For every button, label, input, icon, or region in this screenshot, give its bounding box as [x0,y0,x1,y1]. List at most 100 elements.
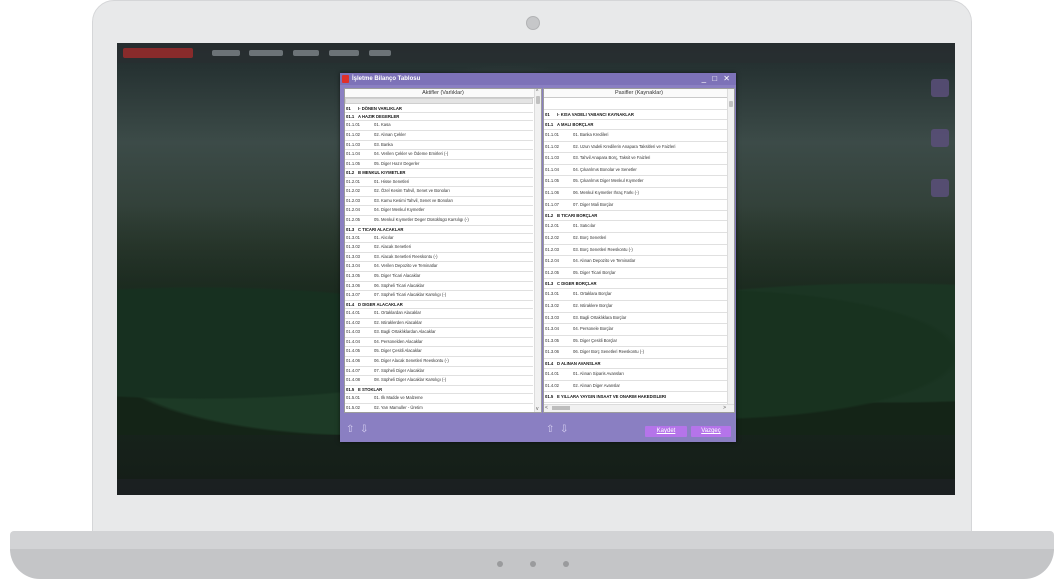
side-launcher-icon[interactable] [931,79,949,97]
table-row[interactable]: 01.1.05 05. Diger Hazır Degerler [345,160,533,170]
table-row[interactable]: 01.2.01 01. Hisse Senetleri [345,178,533,188]
arrow-up-icon[interactable]: ⇧ [346,425,354,435]
table-row[interactable]: 01.4.07 07. Süpheli Diger Alacaklar [345,367,533,377]
table-row[interactable]: 01.4.03 03. Bagli Ortaklıklardan Alacakla… [345,328,533,338]
table-row[interactable]: 01.2.02 02. Borç Senetleri [544,233,728,245]
account-code: 01.1.03 [545,155,559,161]
table-row[interactable]: 01.4.02 02. Alınan Diger Avanslar [544,381,728,393]
table-row[interactable] [544,98,728,110]
menu-item[interactable] [369,50,391,56]
window-controls[interactable]: _ □ ✕ [702,73,732,84]
table-row[interactable]: 01.2.03 03. Borç Senetleri Reeskontu (-) [544,245,728,257]
liabilities-vertical-scrollbar[interactable] [727,89,734,412]
account-code: 01.2.02 [346,188,360,194]
arrow-up-icon[interactable]: ⇧ [546,425,554,435]
scroll-thumb[interactable] [552,406,570,410]
table-row[interactable]: 01.1.04 04. Çıkarılmıs Bonolar ve Senetle… [544,165,728,177]
scroll-up-icon[interactable]: ^ [536,89,538,95]
table-row[interactable]: 01.1.03 03. Tahvil Anapara Borç, Taksit v… [544,153,728,165]
table-row[interactable]: 01.4.05 05. Diger Çesitli Alacaklar [345,347,533,357]
table-row[interactable]: 01.2.01 01. Satıcılar [544,221,728,233]
group-row[interactable]: 01.4 D DIGER ALACAKLAR [345,301,533,310]
table-row[interactable]: 01.1.04 04. Verilen Çekler ve Ödeme Emirl… [345,150,533,160]
scroll-right-icon[interactable]: > [723,405,726,411]
group-row[interactable]: 01.2 B TICARI BORÇLAR [544,211,728,222]
assets-vertical-scrollbar[interactable]: ^ v [534,89,541,412]
assets-filter-row[interactable] [345,98,533,104]
liabilities-horizontal-scrollbar[interactable]: < > [544,404,734,412]
table-row[interactable]: 01.4.02 02. Istiraklerden Alacaklar [345,319,533,329]
table-row[interactable]: 01.3.05 05. Diger Ticari Alacaklar [345,272,533,282]
save-button[interactable]: Kaydet [645,426,687,437]
table-row[interactable]: 01.2.04 04. Diger Menkul Kıymetler [345,206,533,216]
side-launcher-icon[interactable] [931,129,949,147]
arrow-down-icon[interactable]: ⇩ [560,425,568,435]
table-row[interactable]: 01.3.06 06. Diger Borç Senetleri Reeskont… [544,347,728,360]
menu-item[interactable] [329,50,359,56]
table-row[interactable]: 01.2.05 05. Menkul Kıymetler Deger Düsükl… [345,216,533,226]
table-row[interactable]: 01.1.05 05. Çıkarılmıs Diger Menkul Kıyme… [544,176,728,188]
table-row[interactable]: 01.4.04 04. Personelden Alacaklar [345,338,533,348]
group-row[interactable]: 01.3 C TICARI ALACAKLAR [345,226,533,234]
account-code: 01.4.06 [346,358,360,363]
scroll-thumb[interactable] [536,96,540,104]
table-row[interactable]: 01.1.07 07. Diger Mali Borçlar [544,200,728,212]
table-row[interactable]: 01.2.05 05. Diger Ticari Borçlar [544,268,728,280]
table-row[interactable]: 01.3.03 03. Alacak Senetleri Reeskontu (-… [345,253,533,263]
group-row[interactable]: 01.1 A HAZIR DEGERLER [345,113,533,122]
group-row[interactable]: 01 I- KISA VADELI YABANCI KAYNAKLAR [544,110,728,120]
account-code: 01.1.05 [545,178,559,184]
account-name: 05. Diger Hazır Degerler [374,160,420,166]
scroll-down-icon[interactable]: v [536,406,539,412]
table-row[interactable]: 01.3.01 01. Alıcılar [345,234,533,244]
table-row[interactable]: 01.1.01 01. Kasa [345,121,533,131]
menu-item[interactable] [293,50,319,56]
table-row[interactable]: 01.2.03 03. Kamu Kesimi Tahvil, Senet ve … [345,197,533,207]
account-name: 04. Alınan Depozito ve Teminatlar [573,258,636,264]
side-launcher-icon[interactable] [931,179,949,197]
arrow-down-icon[interactable]: ⇩ [360,425,368,435]
table-row[interactable]: 01.3.07 07. Süpheli Ticari Alacaklar Kars… [345,291,533,301]
table-row[interactable]: 01.3.04 04. Verilen Depozito ve Teminatla… [345,262,533,273]
account-code: 01.3.02 [545,303,559,309]
table-row[interactable]: 01.2.02 02. Özel Kesim Tahvil, Senet ve B… [345,187,533,197]
app-topbar [117,43,955,63]
table-row[interactable]: 01.4.08 08. Süpheli Diger Alacaklar Karsı… [345,376,533,386]
group-row[interactable]: 01.5 E YILLARA YAYGIN INSAAT VE ONARIM HA… [544,392,728,403]
group-row[interactable]: 01 I- DÖNEN VARLIKLAR [345,105,533,114]
table-row[interactable]: 01.4.01 01. Ortaklardan Alacaklar [345,309,533,319]
group-row[interactable]: 01.3 C DIGER BORÇLAR [544,279,728,290]
dialog-titlebar[interactable]: İşletme Bilanço Tablosu _ □ ✕ [340,73,736,85]
account-name: 01. Banka Kredileri [573,131,609,137]
table-row[interactable]: 01.3.06 06. Süpheli Ticari Alacaklar [345,282,533,292]
table-row[interactable]: 01.3.03 03. Bagli Ortaklıklara Borçlar [544,313,728,325]
table-row[interactable]: 01.1.02 02. Alınan Çekler [345,131,533,141]
table-row[interactable]: 01.3.02 02. Alacak Senetleri [345,243,533,253]
group-row[interactable]: 01.4 D ALINAN AVANSLAR [544,359,728,370]
table-row[interactable]: 01.3.04 04. Personele Borçlar [544,324,728,336]
table-row[interactable]: 01.1.01 01. Banka Kredileri [544,130,728,142]
group-row[interactable]: 01.2 B MENKUL KIYMETLER [345,169,533,178]
table-row[interactable]: 01.4.01 01. Alınan Siparis Avansları [544,369,728,381]
table-row[interactable]: 01.5.01 01. Ilk Madde ve Malzeme [345,394,533,404]
table-row[interactable]: 01.1.03 03. Banka [345,141,533,151]
table-row[interactable]: 01.3.01 01. Ortaklara Borçlar [544,289,728,302]
table-row[interactable]: 01.1.06 06. Menkul Kıymetler Ihraç Farkı … [544,188,728,200]
account-name: 04. Verilen Depozito ve Teminatlar [374,263,438,269]
group-row[interactable]: 01.5 E STOKLAR [345,386,533,394]
account-name: 04. Personelden Alacaklar [374,338,423,344]
table-row[interactable]: 01.5.02 02. Yarı Mamuller - Üretim [345,404,533,412]
group-row[interactable]: 01.1 A MALI BORÇLAR [544,120,728,130]
table-row[interactable]: 01.2.04 04. Alınan Depozito ve Teminatlar [544,256,728,268]
table-row[interactable]: 01.3.05 05. Diger Çesitli Borçlar [544,336,728,348]
account-code: 01.4.03 [346,329,360,335]
cancel-button[interactable]: Vazgeç [691,426,731,437]
scroll-thumb[interactable] [729,101,733,107]
table-row[interactable]: 01.3.02 02. Istiraklere Borçlar [544,301,728,313]
menu-item[interactable] [212,50,240,56]
account-name: 05. Diger Ticari Alacaklar [374,273,421,279]
menu-item[interactable] [249,50,283,56]
scroll-left-icon[interactable]: < [545,405,548,411]
table-row[interactable]: 01.1.02 02. Uzun Vadeli Kredilerin Anapar… [544,142,728,154]
table-row[interactable]: 01.4.06 06. Diger Alacak Senetleri Reesko… [345,357,533,367]
